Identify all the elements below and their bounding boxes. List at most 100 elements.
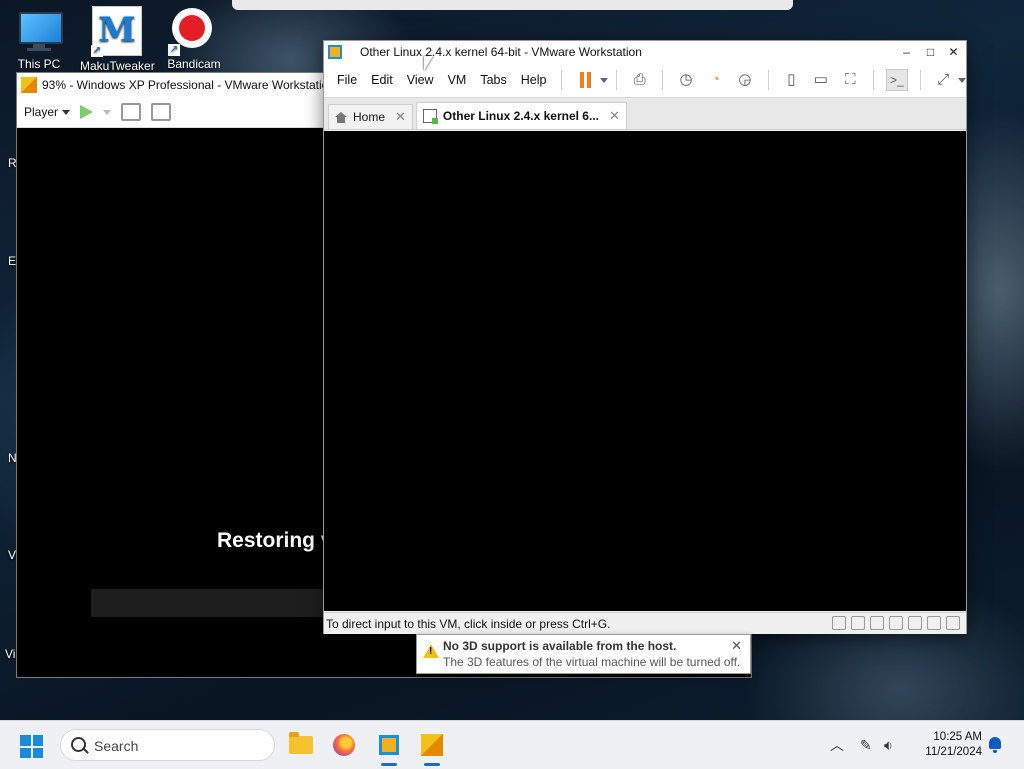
vm-console-screen[interactable] [324, 131, 966, 611]
minimize-button[interactable]: – [895, 41, 918, 63]
usb-controller-icon[interactable] [889, 616, 903, 630]
send-ctrl-alt-del-icon: ⎙ [633, 71, 646, 88]
active-app-indicator [424, 763, 440, 766]
desktop-icon-label-clipped: V [8, 548, 17, 562]
clock-date: 11/21/2024 [925, 746, 982, 758]
close-icon[interactable]: ✕ [609, 108, 620, 124]
clock-time: 10:25 AM [933, 731, 982, 743]
workstation-window[interactable]: Other Linux 2.4.x kernel 64-bit - VMware… [323, 40, 967, 634]
file-explorer-icon [289, 732, 313, 754]
restoring-text: Restoring v [217, 529, 333, 552]
chevron-up-icon: ︿ [830, 737, 844, 753]
show-library-button[interactable]: ▯ [781, 69, 802, 91]
thumbnail-bar-icon: ▭ [813, 71, 828, 88]
toolbar-separator [767, 70, 769, 90]
taskbar-clock[interactable]: 10:25 AM 11/21/2024 [912, 730, 982, 760]
send-ctrl-alt-del-icon[interactable] [121, 103, 142, 121]
firefox-icon [333, 734, 355, 756]
desktop-icon-label-clipped: Vi [5, 647, 16, 661]
menu-file[interactable]: File [330, 73, 364, 87]
snapshot-clock-icon: ◷ [679, 71, 693, 88]
desktop-icon-this-pc[interactable]: This PC [2, 6, 76, 71]
desktop-icon-bandicam[interactable]: ↗ Bandicam [157, 6, 231, 71]
close-button[interactable]: ✕ [942, 41, 965, 63]
taskbar: Search ︿ ✎ 🔉︎ 10:25 AM 11/21/2024 [0, 720, 1024, 769]
network-adapter-icon[interactable] [870, 616, 884, 630]
desktop-icon-makutweaker[interactable]: M ↗ MakuTweaker [80, 6, 155, 73]
workstation-statusbar: To direct input to this VM, click inside… [324, 612, 966, 634]
tab-label: Other Linux 2.4.x kernel 6... [442, 109, 599, 123]
library-panel-icon: ▯ [787, 71, 796, 88]
tab-label: Home [353, 110, 386, 124]
close-icon[interactable]: ✕ [395, 109, 406, 125]
close-icon[interactable]: ✕ [731, 638, 742, 654]
player-menu-button[interactable]: Player [24, 105, 71, 119]
start-tile [32, 747, 43, 758]
show-hidden-icons-button[interactable]: ︿ [830, 721, 844, 769]
menu-view[interactable]: View [400, 73, 441, 87]
home-icon [335, 111, 347, 123]
pen-icon: ✎ [860, 736, 872, 753]
taskbar-file-explorer[interactable] [285, 729, 317, 761]
shortcut-arrow-icon: ↗ [91, 45, 103, 57]
tray-volume-icon[interactable]: 🔉︎ [884, 721, 893, 769]
maximize-button[interactable]: □ [919, 41, 942, 63]
top-search-strip [232, 0, 793, 10]
restore-progress-bar [91, 589, 331, 617]
vmware-workstation-icon [328, 45, 342, 59]
toolbar-separator [873, 70, 875, 90]
tab-linux-vm[interactable]: Other Linux 2.4.x kernel 6... ✕ [415, 102, 627, 129]
fullscreen-button[interactable]: ⛶ [840, 69, 861, 91]
3d-support-notification: ! No 3D support is available from the ho… [416, 634, 751, 674]
stretch-icon: ⤢ [937, 71, 950, 88]
menu-vm[interactable]: VM [441, 73, 474, 87]
menu-help[interactable]: Help [514, 73, 554, 87]
shortcut-arrow-icon: ↗ [168, 44, 180, 56]
revert-snapshot-button[interactable]: ◔ [705, 69, 726, 91]
workstation-window-title: Other Linux 2.4.x kernel 64-bit - VMware… [360, 45, 642, 59]
tab-home[interactable]: Home ✕ [328, 104, 413, 129]
thumbnail-bar-button[interactable]: ▭ [810, 69, 831, 91]
play-icon[interactable] [80, 105, 94, 119]
sound-card-icon[interactable] [908, 616, 922, 630]
display-icon[interactable] [927, 616, 941, 630]
start-button[interactable] [20, 735, 43, 758]
vmware-workstation-icon [379, 735, 399, 755]
search-placeholder: Search [94, 738, 139, 754]
workstation-tabbar: Home ✕ Other Linux 2.4.x kernel 6... ✕ [324, 98, 966, 130]
start-tile [20, 735, 31, 746]
hard-disk-icon[interactable] [832, 616, 846, 630]
message-log-icon[interactable] [946, 616, 960, 630]
desktop-icon-label: MakuTweaker [80, 59, 155, 73]
taskbar-search-box[interactable]: Search [60, 729, 275, 761]
start-tile [32, 735, 43, 746]
toolbar-separator [615, 70, 617, 90]
volume-icon: 🔉︎ [884, 736, 893, 753]
send-ctrl-alt-del-button[interactable]: ⎙ [629, 69, 650, 91]
taskbar-vmware-workstation[interactable] [373, 729, 405, 766]
console-view-button[interactable]: >_ [886, 69, 908, 91]
desktop-icon-label: This PC [17, 57, 61, 71]
snapshot-button[interactable]: ◷ [675, 69, 696, 91]
chevron-down-icon [62, 109, 71, 115]
notification-bell-icon[interactable] [989, 737, 1001, 753]
menu-tabs[interactable]: Tabs [473, 73, 513, 87]
cd-drive-icon[interactable] [851, 616, 865, 630]
fullscreen-icon[interactable] [151, 103, 172, 121]
tray-pen-icon[interactable]: ✎ [860, 721, 872, 769]
chevron-down-icon[interactable] [958, 77, 966, 83]
taskbar-vmware-player[interactable] [416, 729, 448, 766]
workstation-titlebar[interactable]: Other Linux 2.4.x kernel 64-bit - VMware… [324, 41, 966, 63]
makutweaker-icon: M ↗ [91, 6, 142, 57]
chevron-down-icon[interactable] [599, 77, 608, 83]
pause-button[interactable] [574, 69, 595, 91]
taskbar-firefox[interactable] [328, 729, 360, 761]
workstation-menubar: File Edit View VM Tabs Help ⎙ ◷ ◔ ◶ ▯ ▭ … [324, 63, 966, 98]
desktop-icon-label-clipped: E [8, 254, 17, 268]
stretch-guest-button[interactable]: ⤢ [933, 69, 954, 91]
snapshot-manager-button[interactable]: ◶ [734, 69, 755, 91]
pause-icon [579, 72, 591, 88]
toolbar-separator [662, 70, 664, 90]
chevron-down-icon[interactable] [103, 109, 112, 115]
menu-edit[interactable]: Edit [364, 73, 400, 87]
